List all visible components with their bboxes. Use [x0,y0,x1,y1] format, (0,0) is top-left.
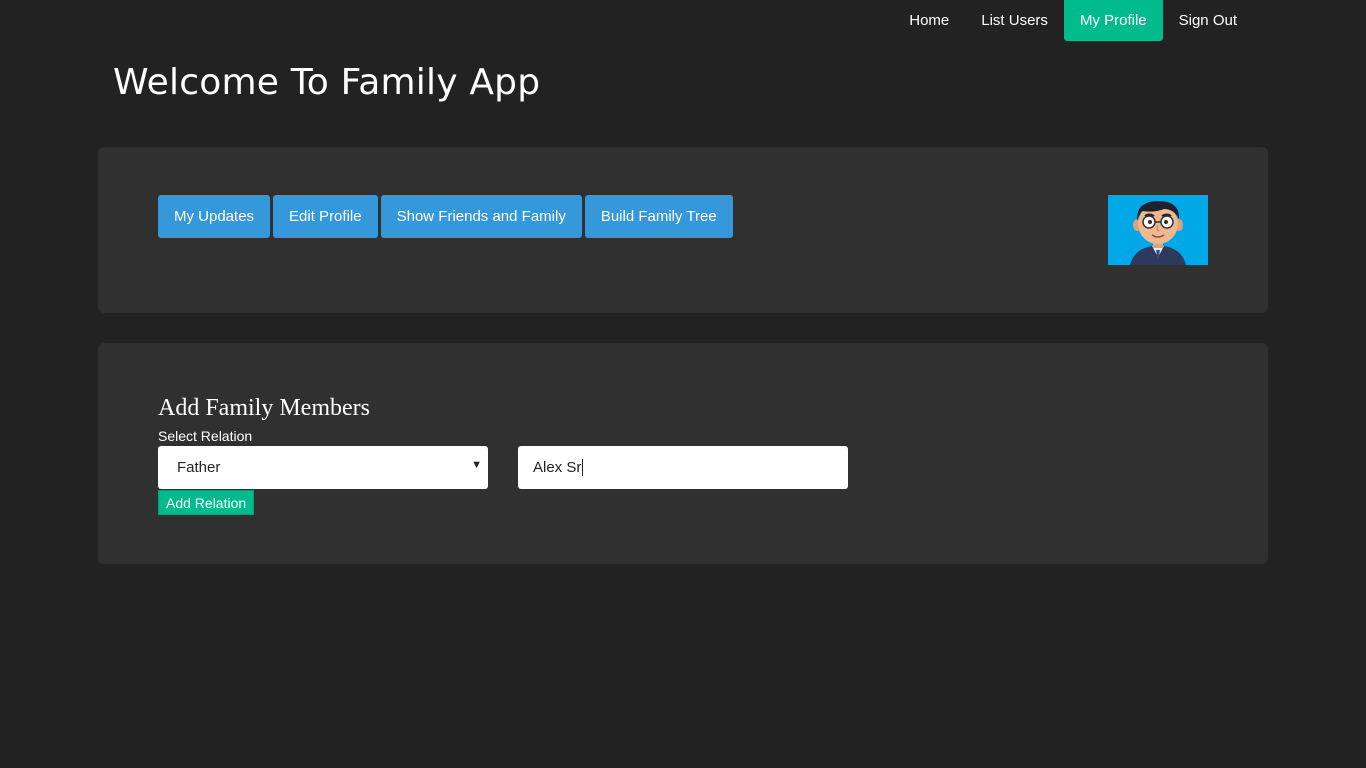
member-name-value: Alex Sr [533,459,582,476]
nav-list-users[interactable]: List Users [965,0,1064,41]
relation-label: Select Relation [158,428,253,444]
cartoon-man-avatar-icon [1108,195,1208,265]
profile-panel: My Updates Edit Profile Show Friends and… [98,147,1268,313]
show-friends-family-button[interactable]: Show Friends and Family [380,195,582,238]
profile-button-group: My Updates Edit Profile Show Friends and… [158,195,733,238]
edit-profile-button[interactable]: Edit Profile [273,195,378,238]
build-family-tree-button[interactable]: Build Family Tree [584,195,733,238]
nav-my-profile[interactable]: My Profile [1063,0,1163,41]
caret-down-icon: ▼ [471,459,482,471]
add-family-panel: Add Family Members Select Relation Fathe… [98,343,1268,564]
avatar [1108,195,1208,265]
page-title: Welcome To Family App [113,62,541,103]
section-title: Add Family Members [158,395,370,421]
top-navbar: Home List Users My Profile Sign Out [893,0,1253,41]
add-relation-button[interactable]: Add Relation [158,490,255,515]
relation-select-value: Father [177,459,221,476]
nav-sign-out[interactable]: Sign Out [1163,0,1253,41]
my-updates-button[interactable]: My Updates [158,195,271,238]
member-name-input[interactable]: Alex Sr [518,446,848,489]
text-cursor [582,459,584,476]
relation-select[interactable]: Father ▼ [158,446,488,489]
nav-home[interactable]: Home [893,0,965,41]
